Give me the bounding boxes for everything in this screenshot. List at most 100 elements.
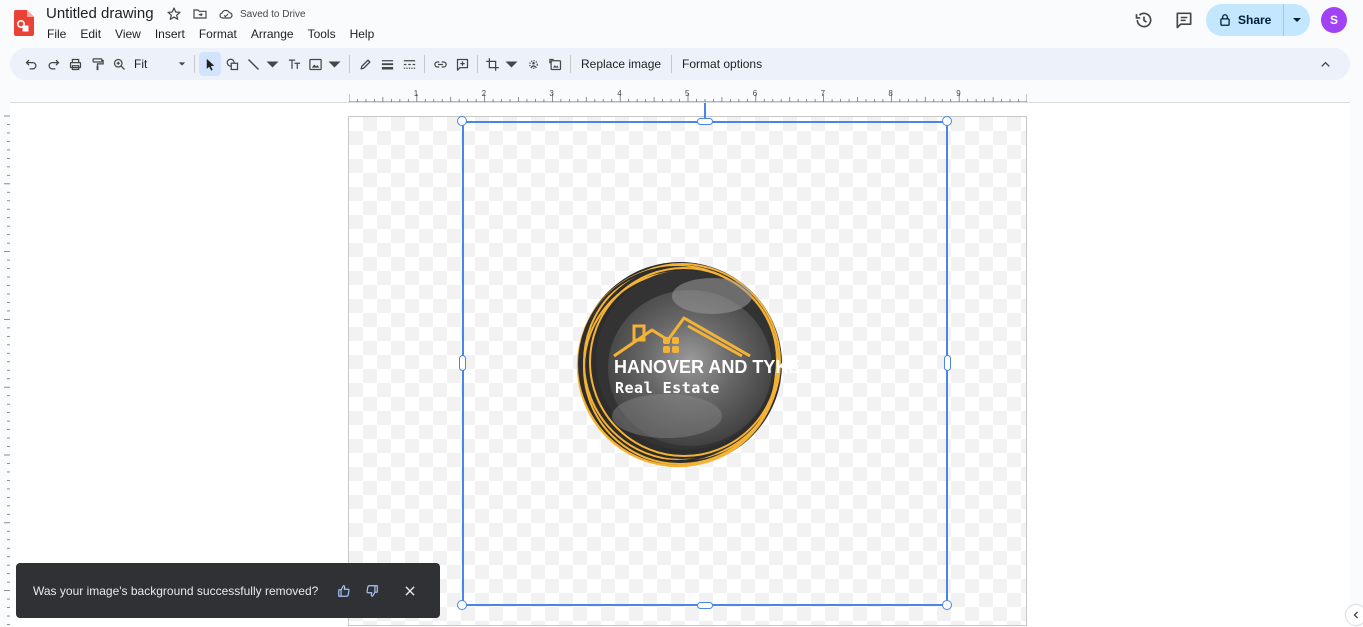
redo-button[interactable]: [42, 52, 64, 76]
menu-view[interactable]: View: [108, 25, 148, 43]
toolbar-divider: [477, 55, 478, 73]
resize-handle-bottom[interactable]: [697, 602, 713, 609]
ruler-label: 9: [956, 89, 961, 98]
format-options-button[interactable]: Format options: [676, 52, 768, 76]
chevron-left-icon: [1353, 611, 1358, 619]
resize-handle-right[interactable]: [944, 355, 951, 371]
caret-down-icon: [1293, 18, 1302, 22]
reset-image-icon: [548, 58, 561, 70]
line-dash-icon: [403, 59, 415, 69]
resize-handle-bottom-left[interactable]: [457, 600, 467, 610]
snackbar-message: Was your image's background successfully…: [33, 583, 319, 598]
toolbar-divider: [570, 55, 571, 73]
share-button[interactable]: Share: [1206, 4, 1285, 36]
replace-image-button[interactable]: Replace image: [575, 52, 667, 76]
zoom-value: Fit: [134, 57, 148, 71]
undo-icon: [25, 59, 36, 69]
ruler-label: 5: [685, 89, 690, 98]
ruler-label: 3: [549, 89, 554, 98]
cloud-done-icon[interactable]: [218, 6, 234, 22]
line-tool-button[interactable]: [243, 52, 283, 76]
text-box-button[interactable]: [283, 52, 305, 76]
menu-bar: File Edit View Insert Format Arrange Too…: [40, 25, 381, 43]
reset-image-button[interactable]: [544, 52, 566, 76]
shapes-icon: [226, 58, 238, 70]
selection-box[interactable]: [462, 121, 948, 606]
resize-handle-top[interactable]: [697, 118, 713, 125]
menu-arrange[interactable]: Arrange: [244, 25, 301, 43]
menu-edit[interactable]: Edit: [73, 25, 108, 43]
crop-image-button[interactable]: [482, 52, 522, 76]
zoom-select[interactable]: Fit: [130, 52, 190, 76]
remove-background-button[interactable]: [522, 52, 544, 76]
add-comment-button[interactable]: [451, 52, 473, 76]
ruler-label: 1: [413, 89, 419, 98]
menu-help[interactable]: Help: [343, 25, 382, 43]
comments-button[interactable]: [1168, 4, 1200, 36]
rotate-handle-stem: [704, 103, 706, 119]
drawings-logo-icon[interactable]: [14, 10, 34, 36]
share-dropdown-button[interactable]: [1284, 4, 1310, 36]
history-icon: [1135, 12, 1152, 28]
ruler-label: 8: [888, 89, 893, 98]
insert-image-button[interactable]: [305, 52, 345, 76]
link-icon: [433, 60, 447, 68]
print-icon: [69, 58, 81, 70]
print-button[interactable]: [64, 52, 86, 76]
feedback-snackbar: Was your image's background successfully…: [16, 563, 440, 618]
caret-down-icon: [266, 61, 279, 67]
account-avatar[interactable]: S: [1321, 7, 1347, 33]
resize-handle-left[interactable]: [459, 355, 466, 371]
toolbar-divider: [349, 55, 350, 73]
thumbs-down-button[interactable]: [358, 577, 386, 605]
comment-icon: [1176, 12, 1192, 29]
paint-format-button[interactable]: [86, 52, 108, 76]
resize-handle-top-right[interactable]: [942, 116, 952, 126]
document-title[interactable]: Untitled drawing: [46, 5, 154, 22]
pencil-icon: [360, 59, 370, 69]
menu-insert[interactable]: Insert: [148, 25, 192, 43]
resize-handle-bottom-right[interactable]: [942, 600, 952, 610]
move-folder-icon[interactable]: [192, 6, 208, 22]
insert-link-button[interactable]: [429, 52, 451, 76]
version-history-button[interactable]: [1128, 4, 1160, 36]
undo-button[interactable]: [20, 52, 42, 76]
shape-tool-button[interactable]: [221, 52, 243, 76]
remove-background-icon: [528, 59, 538, 69]
toolbar-divider: [671, 55, 673, 73]
ruler-label: 7: [820, 89, 826, 98]
redo-icon: [48, 59, 59, 69]
toolbar-divider: [424, 55, 425, 73]
paint-roller-icon: [92, 57, 104, 70]
title-actions: Saved to Drive: [166, 6, 306, 22]
lock-icon: [1220, 14, 1230, 26]
cursor-arrow-icon: [206, 58, 214, 70]
border-weight-button[interactable]: [376, 52, 398, 76]
caret-down-icon: [328, 61, 341, 67]
menu-format[interactable]: Format: [192, 25, 244, 43]
border-color-button[interactable]: [354, 52, 376, 76]
ruler-label: 2: [481, 89, 487, 98]
thumbs-down-icon: [366, 584, 378, 597]
zoom-button[interactable]: [108, 52, 130, 76]
star-icon[interactable]: [166, 6, 182, 22]
toolbar: Fit Replace image Format options: [10, 48, 1350, 80]
select-tool-button[interactable]: [199, 52, 221, 76]
border-dash-button[interactable]: [398, 52, 420, 76]
menu-file[interactable]: File: [40, 25, 73, 43]
side-panel-toggle-button[interactable]: [1345, 604, 1363, 626]
crop-icon: [486, 57, 499, 71]
hide-menus-button[interactable]: [1314, 52, 1336, 76]
line-weight-icon: [381, 59, 393, 69]
header: Untitled drawing Saved to Drive File Edi…: [0, 0, 1363, 46]
thumbs-up-button[interactable]: [330, 577, 358, 605]
close-icon: [405, 585, 415, 596]
share-label: Share: [1238, 13, 1272, 27]
menu-tools[interactable]: Tools: [301, 25, 343, 43]
vertical-ruler[interactable]: [0, 102, 10, 627]
caret-down-icon: [505, 61, 518, 67]
resize-handle-top-left[interactable]: [457, 116, 467, 126]
add-comment-icon: [456, 58, 468, 71]
close-snackbar-button[interactable]: [396, 577, 424, 605]
ruler-label: 6: [752, 89, 758, 98]
